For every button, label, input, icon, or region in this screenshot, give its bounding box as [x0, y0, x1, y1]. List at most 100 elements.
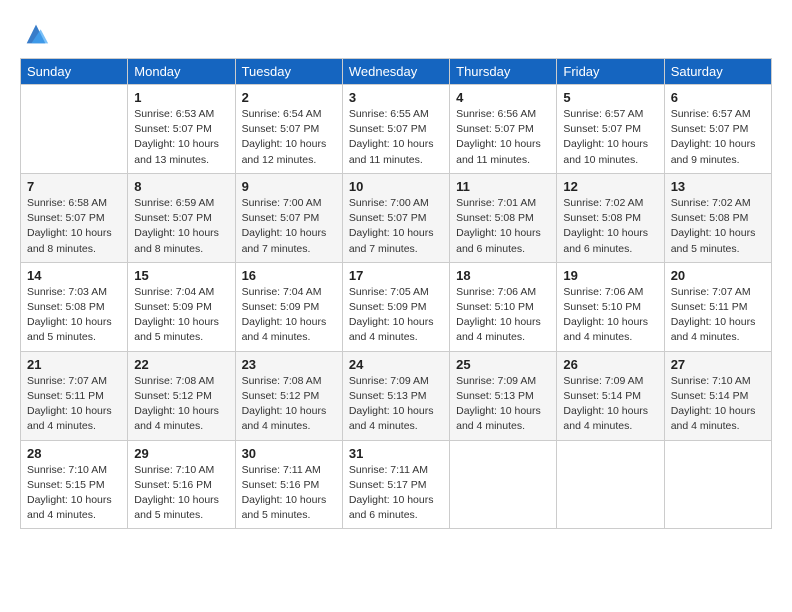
calendar-cell: 19 Sunrise: 7:06 AM Sunset: 5:10 PM Dayli… — [557, 262, 664, 351]
calendar-cell: 17 Sunrise: 7:05 AM Sunset: 5:09 PM Dayli… — [342, 262, 449, 351]
calendar-cell: 6 Sunrise: 6:57 AM Sunset: 5:07 PM Daylig… — [664, 85, 771, 174]
weekday-header-wednesday: Wednesday — [342, 59, 449, 85]
calendar-cell — [557, 440, 664, 529]
calendar-cell: 24 Sunrise: 7:09 AM Sunset: 5:13 PM Dayli… — [342, 351, 449, 440]
day-info: Sunrise: 7:04 AM Sunset: 5:09 PM Dayligh… — [134, 285, 228, 346]
calendar-cell — [450, 440, 557, 529]
calendar-cell — [21, 85, 128, 174]
calendar-cell: 8 Sunrise: 6:59 AM Sunset: 5:07 PM Daylig… — [128, 173, 235, 262]
calendar-cell: 20Sunrise: 7:07 AM Sunset: 5:11 PM Dayli… — [664, 262, 771, 351]
day-number: 23 — [242, 357, 336, 372]
weekday-header-friday: Friday — [557, 59, 664, 85]
day-number: 31 — [349, 446, 443, 461]
day-number: 21 — [27, 357, 121, 372]
calendar-week-3: 14 Sunrise: 7:03 AM Sunset: 5:08 PM Dayli… — [21, 262, 772, 351]
calendar-cell: 7 Sunrise: 6:58 AM Sunset: 5:07 PM Daylig… — [21, 173, 128, 262]
day-info: Sunrise: 6:56 AM Sunset: 5:07 PM Dayligh… — [456, 107, 550, 168]
day-info: Sunrise: 7:03 AM Sunset: 5:08 PM Dayligh… — [27, 285, 121, 346]
day-number: 6 — [671, 90, 765, 105]
calendar-cell: 11 Sunrise: 7:01 AM Sunset: 5:08 PM Dayli… — [450, 173, 557, 262]
weekday-header-thursday: Thursday — [450, 59, 557, 85]
calendar-cell: 5 Sunrise: 6:57 AM Sunset: 5:07 PM Daylig… — [557, 85, 664, 174]
calendar-cell: 28 Sunrise: 7:10 AM Sunset: 5:15 PM Dayli… — [21, 440, 128, 529]
calendar-cell: 25 Sunrise: 7:09 AM Sunset: 5:13 PM Dayli… — [450, 351, 557, 440]
day-info: Sunrise: 7:00 AM Sunset: 5:07 PM Dayligh… — [349, 196, 443, 257]
day-number: 12 — [563, 179, 657, 194]
day-info: Sunrise: 7:10 AM Sunset: 5:16 PM Dayligh… — [134, 463, 228, 524]
calendar-cell: 26 Sunrise: 7:09 AM Sunset: 5:14 PM Dayli… — [557, 351, 664, 440]
day-info: Sunrise: 7:10 AM Sunset: 5:14 PM Dayligh… — [671, 374, 765, 435]
calendar-cell: 12Sunrise: 7:02 AM Sunset: 5:08 PM Dayli… — [557, 173, 664, 262]
day-info: Sunrise: 7:11 AM Sunset: 5:17 PM Dayligh… — [349, 463, 443, 524]
calendar-table: SundayMondayTuesdayWednesdayThursdayFrid… — [20, 58, 772, 529]
calendar-cell: 30 Sunrise: 7:11 AM Sunset: 5:16 PM Dayli… — [235, 440, 342, 529]
calendar-cell: 3Sunrise: 6:55 AM Sunset: 5:07 PM Daylig… — [342, 85, 449, 174]
day-info: Sunrise: 7:08 AM Sunset: 5:12 PM Dayligh… — [242, 374, 336, 435]
day-number: 8 — [134, 179, 228, 194]
day-number: 16 — [242, 268, 336, 283]
weekday-header-saturday: Saturday — [664, 59, 771, 85]
day-info: Sunrise: 7:06 AM Sunset: 5:10 PM Dayligh… — [456, 285, 550, 346]
logo — [20, 20, 50, 48]
day-number: 11 — [456, 179, 550, 194]
day-info: Sunrise: 7:02 AM Sunset: 5:08 PM Dayligh… — [671, 196, 765, 257]
calendar-cell: 23 Sunrise: 7:08 AM Sunset: 5:12 PM Dayli… — [235, 351, 342, 440]
day-number: 15 — [134, 268, 228, 283]
day-number: 27 — [671, 357, 765, 372]
calendar-cell: 10Sunrise: 7:00 AM Sunset: 5:07 PM Dayli… — [342, 173, 449, 262]
day-info: Sunrise: 7:07 AM Sunset: 5:11 PM Dayligh… — [27, 374, 121, 435]
day-number: 5 — [563, 90, 657, 105]
day-number: 29 — [134, 446, 228, 461]
day-number: 30 — [242, 446, 336, 461]
calendar-cell: 18 Sunrise: 7:06 AM Sunset: 5:10 PM Dayli… — [450, 262, 557, 351]
day-number: 26 — [563, 357, 657, 372]
day-info: Sunrise: 7:01 AM Sunset: 5:08 PM Dayligh… — [456, 196, 550, 257]
day-info: Sunrise: 7:09 AM Sunset: 5:13 PM Dayligh… — [456, 374, 550, 435]
calendar-cell: 31 Sunrise: 7:11 AM Sunset: 5:17 PM Dayli… — [342, 440, 449, 529]
day-number: 22 — [134, 357, 228, 372]
day-info: Sunrise: 7:05 AM Sunset: 5:09 PM Dayligh… — [349, 285, 443, 346]
day-info: Sunrise: 7:08 AM Sunset: 5:12 PM Dayligh… — [134, 374, 228, 435]
day-info: Sunrise: 7:09 AM Sunset: 5:13 PM Dayligh… — [349, 374, 443, 435]
day-info: Sunrise: 7:06 AM Sunset: 5:10 PM Dayligh… — [563, 285, 657, 346]
day-info: Sunrise: 7:00 AM Sunset: 5:07 PM Dayligh… — [242, 196, 336, 257]
calendar-cell: 22 Sunrise: 7:08 AM Sunset: 5:12 PM Dayli… — [128, 351, 235, 440]
calendar-cell: 15 Sunrise: 7:04 AM Sunset: 5:09 PM Dayli… — [128, 262, 235, 351]
day-number: 19 — [563, 268, 657, 283]
day-number: 7 — [27, 179, 121, 194]
calendar-cell: 27 Sunrise: 7:10 AM Sunset: 5:14 PM Dayli… — [664, 351, 771, 440]
page-header — [20, 20, 772, 48]
calendar-cell: 9Sunrise: 7:00 AM Sunset: 5:07 PM Daylig… — [235, 173, 342, 262]
calendar-cell: 2Sunrise: 6:54 AM Sunset: 5:07 PM Daylig… — [235, 85, 342, 174]
day-number: 4 — [456, 90, 550, 105]
day-number: 18 — [456, 268, 550, 283]
day-info: Sunrise: 7:09 AM Sunset: 5:14 PM Dayligh… — [563, 374, 657, 435]
day-number: 17 — [349, 268, 443, 283]
calendar-cell: 4 Sunrise: 6:56 AM Sunset: 5:07 PM Daylig… — [450, 85, 557, 174]
day-info: Sunrise: 6:59 AM Sunset: 5:07 PM Dayligh… — [134, 196, 228, 257]
day-info: Sunrise: 7:11 AM Sunset: 5:16 PM Dayligh… — [242, 463, 336, 524]
calendar-cell: 13 Sunrise: 7:02 AM Sunset: 5:08 PM Dayli… — [664, 173, 771, 262]
calendar-cell: 16 Sunrise: 7:04 AM Sunset: 5:09 PM Dayli… — [235, 262, 342, 351]
calendar-week-5: 28 Sunrise: 7:10 AM Sunset: 5:15 PM Dayli… — [21, 440, 772, 529]
day-number: 14 — [27, 268, 121, 283]
calendar-cell: 14 Sunrise: 7:03 AM Sunset: 5:08 PM Dayli… — [21, 262, 128, 351]
day-number: 28 — [27, 446, 121, 461]
day-number: 13 — [671, 179, 765, 194]
weekday-header-monday: Monday — [128, 59, 235, 85]
day-info: Sunrise: 6:57 AM Sunset: 5:07 PM Dayligh… — [671, 107, 765, 168]
day-info: Sunrise: 6:53 AM Sunset: 5:07 PM Dayligh… — [134, 107, 228, 168]
day-number: 24 — [349, 357, 443, 372]
day-info: Sunrise: 7:04 AM Sunset: 5:09 PM Dayligh… — [242, 285, 336, 346]
day-info: Sunrise: 6:57 AM Sunset: 5:07 PM Dayligh… — [563, 107, 657, 168]
calendar-cell: 1 Sunrise: 6:53 AM Sunset: 5:07 PM Daylig… — [128, 85, 235, 174]
calendar-cell: 29 Sunrise: 7:10 AM Sunset: 5:16 PM Dayli… — [128, 440, 235, 529]
day-info: Sunrise: 6:58 AM Sunset: 5:07 PM Dayligh… — [27, 196, 121, 257]
day-info: Sunrise: 7:10 AM Sunset: 5:15 PM Dayligh… — [27, 463, 121, 524]
day-number: 20 — [671, 268, 765, 283]
calendar-cell — [664, 440, 771, 529]
day-number: 2 — [242, 90, 336, 105]
day-number: 25 — [456, 357, 550, 372]
calendar-week-2: 7 Sunrise: 6:58 AM Sunset: 5:07 PM Daylig… — [21, 173, 772, 262]
day-number: 1 — [134, 90, 228, 105]
